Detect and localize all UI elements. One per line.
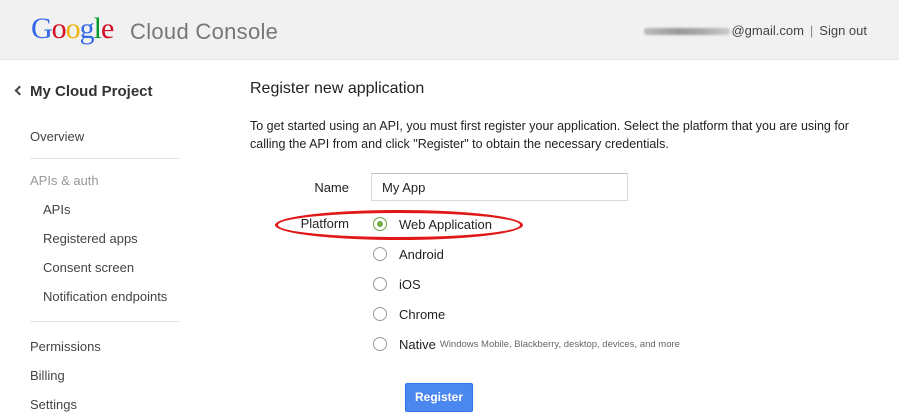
platform-option-label: iOS	[399, 276, 421, 292]
account-area: @gmail.com | Sign out	[644, 23, 867, 38]
platform-option-hint: Windows Mobile, Blackberry, desktop, dev…	[439, 338, 680, 350]
page-title: Register new application	[250, 80, 425, 97]
logo-letter-o1: o	[51, 12, 67, 45]
platform-option-label: Android	[399, 246, 444, 262]
logo-letter-e: e	[101, 12, 114, 45]
sign-out-link[interactable]: Sign out	[819, 23, 867, 38]
top-bar: Google Cloud Console @gmail.com | Sign out	[0, 0, 899, 60]
radio-button[interactable]	[373, 277, 387, 291]
logo-letter-g2: g	[79, 12, 95, 45]
radio-button[interactable]	[373, 247, 387, 261]
sidebar-item-permissions[interactable]: Permissions	[30, 339, 101, 354]
redacted-email	[644, 28, 731, 36]
project-name: My Cloud Project	[30, 83, 153, 100]
platform-option-android[interactable]: Android	[373, 245, 444, 263]
platform-option-label: Chrome	[399, 306, 446, 322]
logo-letter-l: l	[93, 12, 102, 45]
product-name: Cloud Console	[130, 19, 279, 44]
platform-option-chrome[interactable]: Chrome	[373, 305, 445, 323]
google-logo[interactable]: Google	[31, 12, 114, 46]
sidebar-section-apis-auth: APIs & auth	[30, 173, 99, 188]
sidebar-item-registered-apps[interactable]: Registered apps	[43, 231, 138, 246]
sidebar-item-consent-screen[interactable]: Consent screen	[43, 260, 134, 275]
platform-option-native[interactable]: Native Windows Mobile, Blackberry, deskto…	[373, 335, 680, 353]
platform-option-label: Web Application	[399, 216, 492, 232]
intro-text: To get started using an API, you must fi…	[250, 119, 849, 151]
sidebar-item-settings[interactable]: Settings	[30, 397, 77, 412]
radio-button[interactable]	[373, 307, 387, 321]
logo-letter-o2: o	[65, 12, 81, 45]
platform-option-web-application[interactable]: Web Application	[373, 215, 492, 233]
platform-option-label: Native	[399, 336, 436, 352]
chevron-left-icon	[14, 85, 25, 96]
logo-letter-g: G	[31, 12, 53, 45]
email-suffix: @gmail.com	[731, 23, 804, 38]
sidebar-item-notification-endpoints[interactable]: Notification endpoints	[43, 289, 167, 304]
back-to-project-link[interactable]: My Cloud Project	[14, 83, 153, 100]
sidebar-divider	[30, 321, 180, 322]
radio-button-checked[interactable]	[373, 217, 387, 231]
name-label: Name	[314, 180, 349, 195]
app-name-input[interactable]	[371, 173, 628, 201]
sidebar-divider	[30, 158, 180, 159]
platform-label: Platform	[300, 216, 349, 231]
radio-button[interactable]	[373, 337, 387, 351]
platform-option-ios[interactable]: iOS	[373, 275, 421, 293]
sidebar-item-overview[interactable]: Overview	[30, 129, 84, 144]
sidebar-item-billing[interactable]: Billing	[30, 368, 65, 383]
separator: |	[809, 23, 814, 38]
sidebar-item-apis[interactable]: APIs	[43, 202, 70, 217]
sidebar: My Cloud Project Overview APIs & auth AP…	[0, 60, 200, 416]
register-button[interactable]: Register	[405, 383, 473, 412]
